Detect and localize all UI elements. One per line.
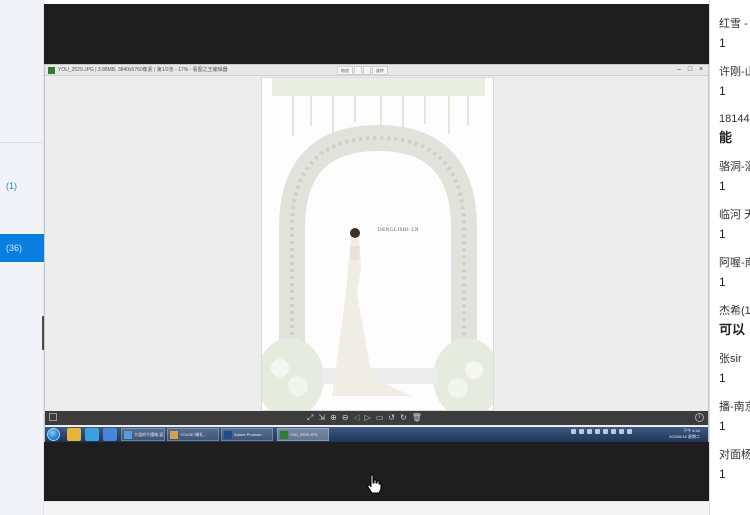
list-item[interactable]: 播-南京 1: [719, 400, 750, 434]
tray-icon[interactable]: [571, 429, 576, 434]
windows-taskbar: 大道的千禧城·延 YOU2D·婚礼... Adobe Photosh... Y0…: [45, 427, 708, 442]
tray-icon[interactable]: [587, 429, 592, 434]
message-text: 1: [719, 275, 726, 289]
viewer-app-icon: [280, 431, 288, 439]
task-button-1[interactable]: 大道的千禧城·延: [121, 428, 165, 441]
message-text: 能: [719, 130, 733, 145]
contact-name: 18144: [719, 113, 750, 125]
list-item[interactable]: 临河 天 1: [719, 208, 750, 242]
wedding-photo-illustration: [262, 78, 493, 410]
crop-icon[interactable]: ▭: [376, 413, 384, 423]
start-button-icon[interactable]: [47, 428, 60, 441]
list-item[interactable]: 骆洞-淄 1: [719, 160, 750, 194]
list-item[interactable]: 红雪 - 1: [719, 17, 750, 51]
system-tray: [571, 429, 632, 434]
viewer-titlebar: YOU_2529.JPG | 3.88MB, 3840x5760像素 | 第1/…: [45, 65, 708, 76]
task-label: Adobe Photosh...: [234, 432, 265, 437]
contact-name: 红雪 -: [719, 18, 748, 30]
contact-name: 临河 天: [719, 209, 750, 221]
clock-date: 2020/6/16 星期二: [669, 434, 700, 439]
previous-icon[interactable]: ◁: [354, 413, 360, 423]
task-label: Y0U_2529.JPG: [290, 432, 318, 437]
message-text: 1: [719, 227, 726, 241]
zoom-out-icon[interactable]: ⊖: [342, 413, 349, 423]
contact-name: 许刚-山: [719, 66, 750, 78]
hand-cursor-icon: [367, 474, 382, 494]
task-label: YOU2D·婚礼...: [180, 432, 207, 437]
message-text: 1: [719, 467, 726, 481]
task-app-icon: [170, 431, 178, 439]
right-chat-panel: 红雪 - 1 许刚-山 1 18144 能 骆洞-淄 1 临河 天 1 阿喔-南…: [709, 0, 750, 515]
message-text: 1: [719, 84, 726, 98]
actual-size-icon[interactable]: ⤢: [307, 413, 313, 423]
pinned-app-icon-2[interactable]: [85, 428, 99, 441]
task-button-2[interactable]: YOU2D·婚礼...: [167, 428, 219, 441]
tray-icon[interactable]: [627, 429, 632, 434]
tray-icon[interactable]: [579, 429, 584, 434]
task-button-4-active[interactable]: Y0U_2529.JPG: [277, 428, 329, 441]
contact-name: 播-南京: [719, 401, 750, 413]
rotate-right-icon[interactable]: ↻: [400, 413, 407, 423]
window-controls: – □ ×: [675, 66, 705, 74]
message-text: 可以: [719, 322, 746, 337]
list-item[interactable]: 对面杨 1: [719, 448, 750, 482]
photoshop-icon: [224, 431, 232, 439]
tool-button-3[interactable]: [363, 66, 371, 75]
screen: (1) (36) YOU_2529.JPG | 3.88MB, 3840x576…: [0, 0, 750, 515]
list-item[interactable]: 杰希(1 可以: [719, 304, 750, 338]
tray-icon[interactable]: [611, 429, 616, 434]
task-app-icon: [124, 431, 132, 439]
taskbar-clock[interactable]: 下午 4:44 2020/6/16 星期二: [669, 428, 700, 440]
viewer-bottom-toolbar: ⤢ ⇲ ⊕ ⊖ ◁ ▷ ▭ ↺ ↻ 🗑 i: [45, 411, 708, 425]
zoom-in-icon[interactable]: ⊕: [330, 413, 337, 423]
sidebar-item-1[interactable]: (1): [0, 172, 44, 200]
zoom-tool-button[interactable]: 缩放: [337, 66, 353, 75]
viewer-title: YOU_2529.JPG | 3.88MB, 3840x5760像素 | 第1/…: [58, 67, 228, 73]
tool-button-2[interactable]: [354, 66, 362, 75]
contact-name: 张sir: [719, 353, 742, 365]
image-viewer-window: YOU_2529.JPG | 3.88MB, 3840x5760像素 | 第1/…: [44, 64, 709, 442]
contact-name: 对面杨: [719, 449, 750, 461]
message-text: 1: [719, 419, 726, 433]
list-item[interactable]: 阿喔-南 1: [719, 256, 750, 290]
task-button-3[interactable]: Adobe Photosh...: [221, 428, 273, 441]
task-label: 大道的千禧城·延: [134, 432, 164, 437]
left-sidebar: (1) (36): [0, 0, 44, 515]
bottom-strip: [44, 501, 709, 515]
tray-icon[interactable]: [603, 429, 608, 434]
list-item[interactable]: 许刚-山 1: [719, 65, 750, 99]
maximize-button[interactable]: □: [686, 66, 694, 74]
info-icon[interactable]: i: [695, 413, 704, 422]
list-item[interactable]: 张sir 1: [719, 352, 750, 386]
list-item[interactable]: 18144 能: [719, 112, 750, 146]
contact-name: 阿喔-南: [719, 257, 750, 269]
delete-icon[interactable]: 🗑: [412, 413, 422, 423]
sidebar-item-2-active[interactable]: (36): [0, 234, 44, 262]
close-button[interactable]: ×: [697, 66, 705, 74]
sidebar-divider: [0, 142, 44, 143]
pinned-app-icon-3[interactable]: [103, 428, 117, 441]
rotate-tool-button[interactable]: 旋转: [372, 66, 388, 75]
viewer-tool-icons: ⤢ ⇲ ⊕ ⊖ ◁ ▷ ▭ ↺ ↻ 🗑: [307, 413, 422, 423]
tray-icon[interactable]: [595, 429, 600, 434]
tray-icon[interactable]: [619, 429, 624, 434]
fit-icon[interactable]: ⇲: [318, 413, 325, 423]
message-text: 1: [719, 36, 726, 50]
minimize-button[interactable]: –: [675, 66, 683, 74]
viewer-logo-icon: [48, 67, 55, 74]
pinned-app-icon-1[interactable]: [67, 428, 81, 441]
photo-caption-text: DENGLISHI·LN: [378, 228, 419, 233]
fullscreen-icon[interactable]: [49, 413, 57, 421]
viewer-top-tools: 缩放 旋转: [337, 66, 388, 75]
wedding-photo: DENGLISHI·LN: [261, 77, 494, 411]
message-text: 1: [719, 371, 726, 385]
rotate-left-icon[interactable]: ↺: [388, 413, 395, 423]
contact-name: 杰希(1: [719, 305, 750, 317]
next-icon[interactable]: ▷: [365, 413, 371, 423]
contact-name: 骆洞-淄: [719, 161, 750, 173]
message-text: 1: [719, 179, 726, 193]
